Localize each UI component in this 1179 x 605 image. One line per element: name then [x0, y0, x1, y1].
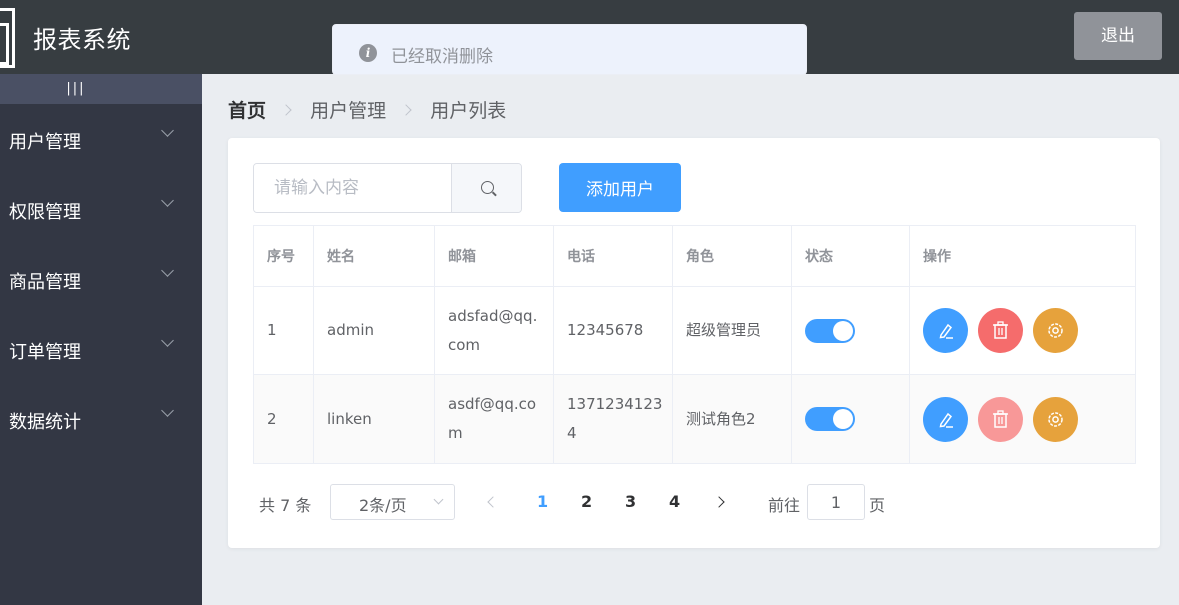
sidebar-item-label: 数据统计 — [9, 412, 81, 433]
delete-icon — [993, 409, 1008, 428]
table-header-row: 序号 姓名 邮箱 电话 角色 状态 操作 — [253, 225, 1136, 287]
cell-phone: 1371234123 4 — [553, 374, 673, 464]
sidebar-item-label: 用户管理 — [9, 132, 81, 153]
cell-email-line: asdf@qq.co — [448, 395, 537, 413]
settings-icon — [1048, 323, 1063, 338]
page-unit-label: 页 — [869, 496, 886, 515]
breadcrumb: 首页 用户管理 用户列表 — [228, 96, 506, 123]
toast-text: 已经取消删除 — [391, 47, 493, 67]
delete-button[interactable] — [978, 396, 1023, 442]
search-box — [253, 163, 522, 213]
settings-button[interactable] — [1033, 308, 1078, 353]
chevron-down-icon — [161, 264, 174, 277]
column-header-role: 角色 — [672, 225, 792, 287]
toggle-knob — [833, 320, 853, 341]
sidebar-item-orders[interactable]: 订单管理 — [0, 314, 202, 384]
cell-status — [791, 286, 910, 375]
table-row: 1 admin adsfad@qq. com 12345678 超级管理员 — [253, 286, 1136, 375]
column-header-status: 状态 — [791, 225, 910, 287]
goto-label: 前往 — [768, 496, 801, 515]
page-number-3[interactable]: 3 — [625, 492, 636, 511]
page-number-1[interactable]: 1 — [537, 492, 548, 511]
page-number-4[interactable]: 4 — [669, 492, 680, 511]
sidebar-toggle-button[interactable]: ||| — [0, 74, 202, 104]
sidebar-item-users[interactable]: 用户管理 — [0, 104, 202, 174]
cell-email: asdf@qq.co m — [434, 374, 554, 464]
logout-button[interactable]: 退出 — [1074, 12, 1162, 60]
cell-email-line: com — [448, 335, 481, 354]
add-user-button[interactable]: 添加用户 — [559, 163, 681, 212]
sidebar-item-label: 订单管理 — [9, 342, 81, 363]
cell-name: linken — [313, 374, 435, 464]
cell-actions — [909, 286, 1136, 375]
column-header-name: 姓名 — [313, 225, 435, 287]
chevron-right-icon — [400, 103, 412, 116]
settings-button[interactable] — [1033, 396, 1078, 442]
column-header-index: 序号 — [253, 225, 314, 287]
search-button[interactable] — [451, 164, 521, 212]
search-icon — [481, 181, 494, 194]
page-number-2[interactable]: 2 — [581, 492, 592, 511]
cell-phone-line: 12345678 — [567, 321, 644, 339]
cell-role: 测试角色2 — [672, 374, 792, 464]
chevron-down-icon — [161, 194, 174, 207]
chevron-down-icon — [161, 404, 174, 417]
delete-icon — [993, 321, 1008, 339]
message-toast: i 已经取消删除 — [332, 24, 807, 75]
sidebar-item-permissions[interactable]: 权限管理 — [0, 174, 202, 244]
sidebar-item-label: 权限管理 — [9, 202, 81, 223]
logo-icon — [0, 8, 15, 68]
sidebar-item-label: 商品管理 — [9, 272, 81, 293]
table-row: 2 linken asdf@qq.co m 1371234123 4 测试角色2 — [253, 374, 1136, 464]
info-icon: i — [359, 44, 377, 62]
chevron-down-icon — [161, 124, 174, 137]
cell-email-line: m — [448, 424, 463, 442]
cell-index: 1 — [253, 286, 314, 375]
sidebar-item-goods[interactable]: 商品管理 — [0, 244, 202, 314]
search-input[interactable] — [254, 164, 451, 212]
edit-button[interactable] — [923, 308, 968, 353]
sidebar-item-reports[interactable]: 数据统计 — [0, 384, 202, 454]
page-size-select[interactable]: 2条/页 — [330, 484, 455, 520]
column-header-email: 邮箱 — [434, 225, 554, 287]
cell-email-line: adsfad@qq. — [448, 306, 538, 325]
chevron-right-icon — [280, 103, 292, 116]
app-title: 报表系统 — [33, 26, 131, 54]
sidebar: ||| 用户管理 权限管理 商品管理 订单管理 数据统计 — [0, 74, 202, 605]
settings-icon — [1048, 411, 1063, 427]
column-header-actions: 操作 — [909, 225, 1136, 287]
cell-phone-line: 4 — [567, 424, 577, 442]
breadcrumb-user-management: 用户管理 — [310, 100, 387, 122]
edit-icon — [939, 323, 953, 339]
column-header-phone: 电话 — [553, 225, 673, 287]
status-toggle[interactable] — [805, 318, 855, 343]
status-toggle[interactable] — [805, 407, 855, 431]
prev-page-icon[interactable] — [487, 496, 499, 508]
goto-page-input[interactable] — [807, 484, 865, 520]
user-table: 序号 姓名 邮箱 电话 角色 状态 操作 1 admin adsfad@qq. c… — [253, 225, 1136, 464]
chevron-down-icon — [161, 334, 174, 347]
cell-actions — [909, 374, 1136, 464]
cell-phone: 12345678 — [553, 286, 673, 375]
cell-status — [791, 374, 910, 464]
pagination-total: 共 7 条 — [259, 496, 312, 515]
toggle-knob — [833, 409, 853, 429]
edit-button[interactable] — [923, 396, 968, 442]
cell-index: 2 — [253, 374, 314, 464]
cell-phone-line: 1371234123 — [567, 395, 663, 413]
cell-email: adsfad@qq. com — [434, 286, 554, 375]
user-list-card: 添加用户 序号 姓名 邮箱 电话 角色 状态 操作 1 admin adsfad… — [228, 138, 1160, 548]
breadcrumb-user-list: 用户列表 — [430, 100, 507, 122]
chevron-down-icon — [433, 494, 444, 505]
cell-role: 超级管理员 — [672, 286, 792, 375]
page-size-value: 2条/页 — [359, 496, 407, 515]
cell-name: admin — [313, 286, 435, 375]
next-page-icon[interactable] — [713, 496, 725, 508]
breadcrumb-home[interactable]: 首页 — [228, 96, 266, 123]
edit-icon — [939, 412, 953, 428]
delete-button[interactable] — [978, 308, 1023, 353]
